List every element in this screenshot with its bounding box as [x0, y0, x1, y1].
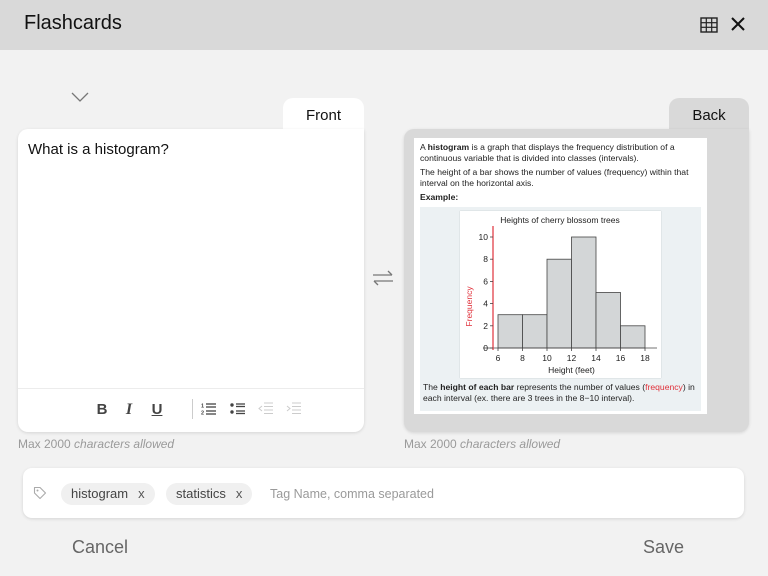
- x-tick-label: 18: [640, 353, 650, 363]
- histogram-bar: [595, 292, 621, 349]
- close-button[interactable]: [729, 15, 747, 33]
- outdent-icon: [258, 402, 273, 414]
- indent-button[interactable]: [286, 402, 302, 420]
- y-tick-label: 10: [479, 232, 489, 242]
- example-box: Heights of cherry blossom trees 6 8 10 12 14 1…: [420, 207, 701, 411]
- title-bar: Flashcards: [0, 0, 768, 50]
- histogram-bar: [546, 258, 572, 349]
- back-content[interactable]: A histogram is a graph that displays the…: [414, 138, 707, 414]
- bullet-list-button[interactable]: [230, 402, 246, 420]
- y-tick-label: 8: [483, 254, 488, 264]
- histogram-bar: [522, 314, 548, 349]
- front-card: What is a histogram? B I U 1 2: [18, 129, 364, 432]
- hint-suffix: characters allowed: [74, 437, 175, 451]
- tag-chip-histogram: histogram x: [61, 483, 155, 505]
- highlight-frequency: frequency: [645, 382, 683, 392]
- tag-name-input[interactable]: [270, 483, 570, 505]
- outdent-button[interactable]: [258, 402, 274, 420]
- numbered-list-icon: 1 2: [201, 403, 216, 417]
- x-tick-label: 14: [591, 353, 601, 363]
- bullet-list-icon: [230, 403, 245, 415]
- x-tick-label: 8: [520, 353, 525, 363]
- text: The: [423, 382, 441, 392]
- histogram-svg: Heights of cherry blossom trees 6 8 10 12 14 1…: [464, 215, 657, 375]
- collapse-toggle[interactable]: [70, 90, 90, 104]
- tag-bar: histogram x statistics x: [23, 468, 744, 518]
- tag-icon: [33, 486, 47, 500]
- underline-button[interactable]: U: [150, 401, 164, 419]
- tab-front-label: Front: [305, 107, 341, 124]
- front-char-limit-hint: Max 2000 characters allowed: [18, 437, 174, 451]
- y-axis-label: Frequency: [464, 286, 474, 327]
- app-title: Flashcards: [24, 12, 122, 34]
- example-label: Example:: [420, 192, 701, 203]
- bold-text: height of each bar: [440, 382, 515, 392]
- x-axis-label: Height (feet): [548, 365, 595, 375]
- grid-icon: [700, 17, 718, 33]
- chart-title: Heights of cherry blossom trees: [500, 215, 620, 225]
- back-card: A histogram is a graph that displays the…: [404, 129, 749, 432]
- save-button[interactable]: Save: [643, 537, 684, 558]
- bar-height-paragraph: The height of a bar shows the number of …: [420, 167, 689, 188]
- x-tick-label: 16: [616, 353, 626, 363]
- x-tick-label: 6: [496, 353, 501, 363]
- tag-label: statistics: [176, 486, 226, 501]
- svg-text:2: 2: [201, 411, 204, 417]
- bold-button[interactable]: B: [95, 401, 109, 419]
- hint-prefix: Max 2000: [18, 437, 75, 451]
- back-char-limit-hint: Max 2000 characters allowed: [404, 437, 560, 451]
- svg-text:1: 1: [201, 404, 204, 410]
- numbered-list-button[interactable]: 1 2: [201, 402, 217, 420]
- histogram-bar: [571, 236, 597, 349]
- indent-icon: [286, 402, 301, 414]
- chevron-down-icon: [71, 92, 89, 102]
- cancel-button[interactable]: Cancel: [72, 537, 128, 558]
- swap-sides-button[interactable]: [370, 268, 396, 288]
- remove-tag-button[interactable]: x: [236, 486, 243, 501]
- remove-tag-button[interactable]: x: [138, 486, 145, 501]
- tag-label: histogram: [71, 486, 129, 501]
- y-tick-label: 0: [483, 343, 488, 353]
- example-label-text: Example:: [420, 192, 459, 203]
- y-tick-label: 4: [483, 299, 488, 309]
- text: A: [420, 142, 428, 152]
- tag-chip-statistics: statistics x: [166, 483, 253, 505]
- hint-prefix: Max 2000: [404, 437, 461, 451]
- y-tick-label: 6: [483, 276, 488, 286]
- italic-button[interactable]: I: [122, 401, 136, 419]
- bold-term: histogram: [427, 142, 470, 152]
- histogram-bar: [497, 314, 523, 349]
- tab-back-label: Back: [692, 107, 726, 124]
- text: represents the number of values (: [514, 382, 646, 392]
- close-icon: [731, 17, 745, 31]
- hint-suffix: characters allowed: [460, 437, 561, 451]
- histogram-bar: [620, 325, 646, 349]
- y-tick-label: 2: [483, 321, 488, 331]
- example-note: The height of each bar represents the nu…: [423, 382, 701, 404]
- histogram-chart: Heights of cherry blossom trees 6 8 10 12 14 1…: [460, 211, 661, 378]
- grid-view-button[interactable]: [700, 16, 718, 34]
- x-tick-label: 10: [542, 353, 552, 363]
- definition-paragraph: A histogram is a graph that displays the…: [420, 142, 701, 163]
- formatting-toolbar: B I U 1 2: [18, 388, 364, 432]
- toolbar-divider: [192, 399, 193, 419]
- front-text-editor[interactable]: What is a histogram?: [28, 141, 169, 158]
- swap-arrows-icon: [373, 270, 393, 286]
- x-tick-label: 12: [567, 353, 577, 363]
